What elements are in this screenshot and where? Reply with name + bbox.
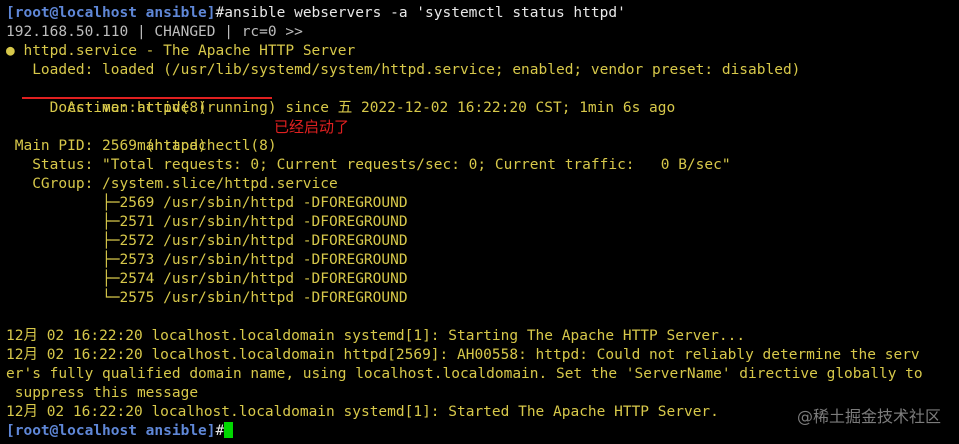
- log-line: 12月 02 16:22:20 localhost.localdomain ht…: [6, 347, 920, 363]
- status-line: Status: "Total requests: 0; Current requ…: [6, 157, 731, 173]
- service-title: httpd.service - The Apache HTTP Server: [14, 43, 356, 59]
- shell-prompt: [root@localhost ansible]: [6, 5, 216, 21]
- log-line: suppress this message: [6, 385, 199, 401]
- service-title-line: ● httpd.service - The Apache HTTP Server: [6, 42, 959, 61]
- docs-line-2-row: man:apachectl(8) 已经启动了: [6, 118, 959, 154]
- process-line: ├─2571 /usr/sbin/httpd -DFOREGROUND: [6, 214, 408, 230]
- cursor-block[interactable]: [224, 422, 234, 438]
- command-text: #ansible webservers -a 'systemctl status…: [215, 5, 626, 21]
- prompt-hash: #: [215, 423, 225, 439]
- log-line: er's fully qualified domain name, using …: [6, 366, 923, 382]
- active-line-row: Active: active (running) since 五 2022-12…: [6, 80, 959, 116]
- watermark-text: @稀土掘金技术社区: [796, 407, 941, 426]
- annotation-started: 已经启动了: [274, 118, 350, 136]
- process-line: ├─2569 /usr/sbin/httpd -DFOREGROUND: [6, 195, 408, 211]
- cgroup-line: CGroup: /system.slice/httpd.service: [6, 176, 338, 192]
- result-header: 192.168.50.110 | CHANGED | rc=0 >>: [6, 24, 303, 40]
- process-line: ├─2573 /usr/sbin/httpd -DFOREGROUND: [6, 252, 408, 268]
- process-line: ├─2572 /usr/sbin/httpd -DFOREGROUND: [6, 233, 408, 249]
- shell-prompt: [root@localhost ansible]: [6, 423, 216, 439]
- command-line: [root@localhost ansible]#ansible webserv…: [6, 4, 959, 23]
- process-line: ├─2574 /usr/sbin/httpd -DFOREGROUND: [6, 271, 408, 287]
- main-pid-line: Main PID: 2569 (httpd): [6, 138, 207, 154]
- terminal-window[interactable]: [root@localhost ansible]#ansible webserv…: [0, 0, 959, 444]
- status-dot-icon: ●: [6, 43, 15, 59]
- log-line: 12月 02 16:22:20 localhost.localdomain sy…: [6, 328, 746, 344]
- docs-line-1: Docs: man:httpd(8): [6, 100, 207, 116]
- loaded-line: Loaded: loaded (/usr/lib/systemd/system/…: [6, 62, 801, 78]
- process-line: └─2575 /usr/sbin/httpd -DFOREGROUND: [6, 290, 408, 306]
